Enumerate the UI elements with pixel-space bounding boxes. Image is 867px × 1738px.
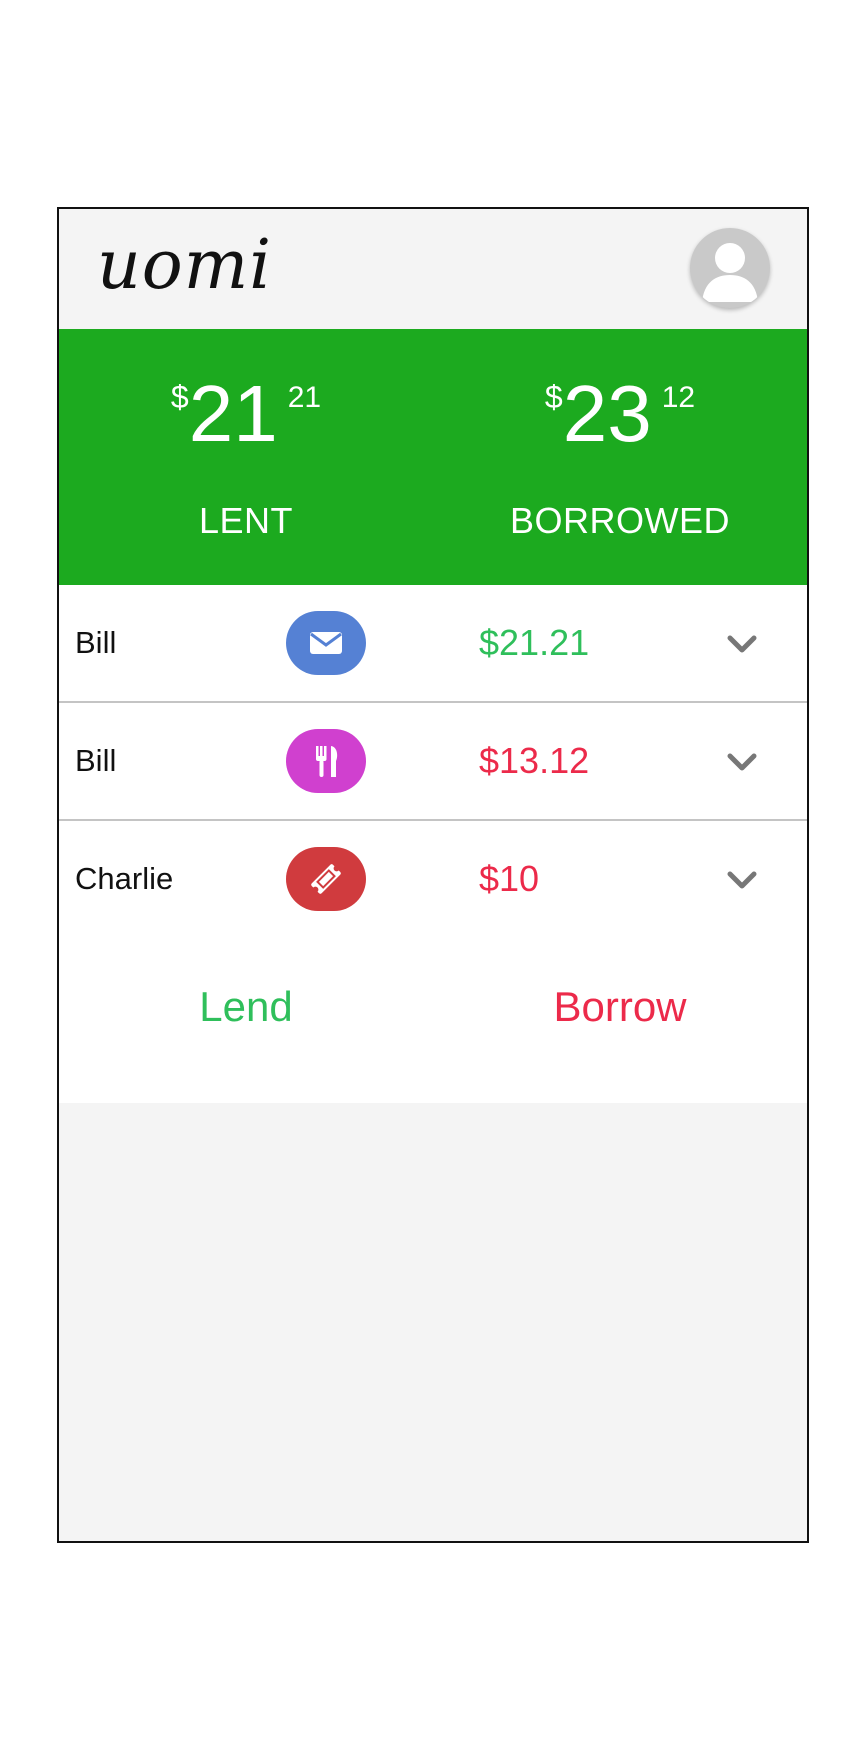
borrowed-total: $23 12	[433, 369, 807, 459]
envelope-icon	[286, 611, 366, 675]
app-header: uomi	[59, 209, 807, 329]
ticket-icon	[286, 847, 366, 911]
borrowed-label: BORROWED	[510, 500, 730, 541]
chevron-down-icon[interactable]	[725, 863, 759, 897]
transaction-amount: $21.21	[479, 622, 590, 663]
utensils-icon	[286, 729, 366, 793]
borrowed-currency: $	[544, 379, 563, 415]
transaction-amount: $10	[479, 858, 540, 899]
transaction-name: Charlie	[75, 861, 174, 896]
user-silhouette-icon	[702, 243, 758, 302]
borrow-button[interactable]: Borrow	[433, 979, 807, 1035]
transaction-row[interactable]: Charlie $10	[59, 821, 807, 939]
borrowed-cents: 12	[661, 381, 696, 414]
app-logo: uomi	[97, 226, 272, 305]
transaction-name: Bill	[75, 743, 117, 778]
lent-total: $21 21	[59, 369, 433, 459]
lend-button[interactable]: Lend	[59, 979, 433, 1035]
balance-summary: $21 21 LENT $23 12 BORROWED	[59, 329, 807, 585]
borrowed-whole: 23	[562, 369, 652, 458]
borrowed-summary[interactable]: $23 12 BORROWED	[433, 329, 807, 585]
transaction-row[interactable]: Bill $13.12	[59, 703, 807, 821]
transaction-row[interactable]: Bill $21.21	[59, 585, 807, 703]
action-bar: Lend Borrow	[59, 939, 807, 1103]
lent-label: LENT	[198, 500, 294, 541]
user-avatar-icon[interactable]	[690, 228, 770, 308]
transaction-amount: $13.12	[479, 740, 590, 781]
chevron-down-icon[interactable]	[725, 627, 759, 661]
lent-cents: 21	[287, 381, 322, 414]
lent-currency: $	[170, 379, 189, 415]
lent-whole: 21	[188, 369, 278, 458]
transaction-list: Bill $21.21 Bill $13.12 Charlie $10 Lend…	[59, 585, 807, 1103]
lent-summary[interactable]: $21 21 LENT	[59, 329, 433, 585]
chevron-down-icon[interactable]	[725, 745, 759, 779]
app-frame: uomi $21 21 LENT $23 12 BORROWED Bill $2…	[57, 207, 809, 1543]
transaction-name: Bill	[75, 625, 117, 660]
